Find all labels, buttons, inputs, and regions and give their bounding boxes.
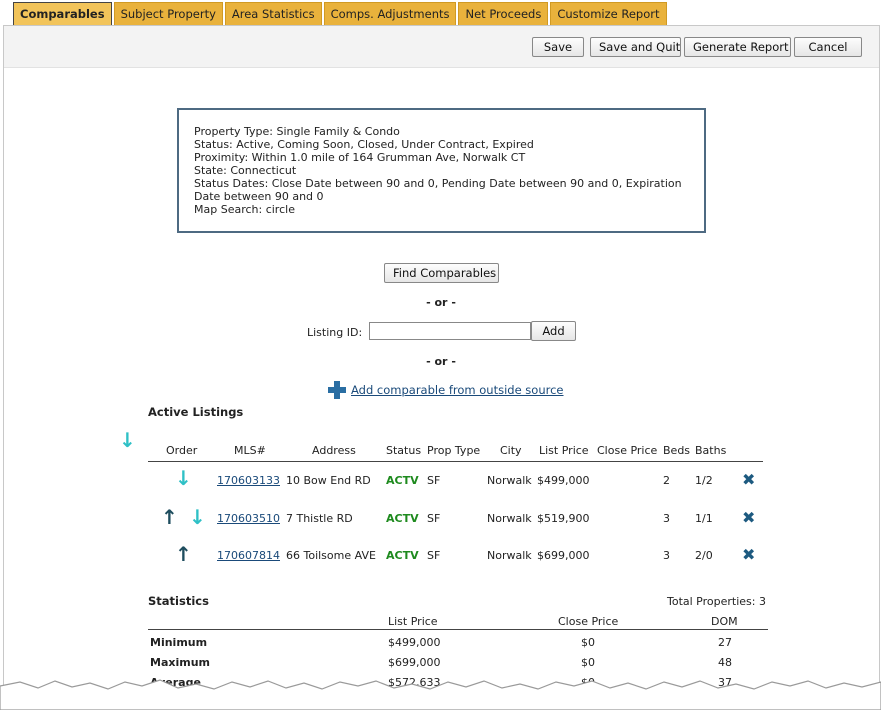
active-listings-title: Active Listings [148,405,244,419]
delete-x-icon[interactable]: ✖ [742,547,755,563]
total-properties: Total Properties: 3 [667,595,766,608]
add-listing-button[interactable]: Add [531,321,576,341]
criteria-state: State: Connecticut [194,164,297,177]
col-close-price: Close Price [597,444,658,457]
baths-cell: 2/0 [695,549,713,562]
stats-dom: 27 [718,636,732,649]
col-mls: MLS# [234,444,266,457]
col-prop-type: Prop Type [427,444,481,457]
save-button[interactable]: Save [532,37,584,57]
listing-id-input[interactable] [369,322,531,340]
search-criteria-box: Property Type: Single Family & Condo Sta… [177,108,706,233]
find-comparables-button[interactable]: Find Comparables [384,263,499,283]
arrow-down-icon[interactable]: ↓ [175,468,192,488]
beds-cell: 3 [663,549,670,562]
criteria-map-search: Map Search: circle [194,203,295,216]
beds-cell: 2 [663,474,670,487]
tab-comparables[interactable]: Comparables [13,2,112,26]
arrow-up-icon[interactable]: ↑ [175,544,192,564]
criteria-status: Status: Active, Coming Soon, Closed, Und… [194,138,534,151]
or-separator-2: - or - [426,355,456,368]
stats-list-price: $699,000 [388,656,441,669]
tab-customize-report[interactable]: Customize Report [550,2,667,26]
stats-close-price: $0 [581,636,595,649]
toolbar: Save Save and Quit Generate Report Cance… [4,26,879,68]
col-city: City [500,444,522,457]
col-status: Status [386,444,422,457]
mls-link[interactable]: 170603510 [217,512,280,525]
col-list-price: List Price [539,444,589,457]
add-outside-source-link[interactable]: Add comparable from outside source [351,383,564,397]
save-and-quit-button[interactable]: Save and Quit [590,37,681,57]
delete-x-icon[interactable]: ✖ [742,472,755,488]
cancel-button[interactable]: Cancel [794,37,862,57]
status-cell: ACTV [386,512,419,525]
criteria-proximity: Proximity: Within 1.0 mile of 164 Grumma… [194,151,526,164]
mls-link[interactable]: 170607814 [217,549,280,562]
stats-col-close-price: Close Price [558,615,619,628]
beds-cell: 3 [663,512,670,525]
stats-row-label: Minimum [150,636,208,649]
table-header-divider [148,461,763,462]
list-price-cell: $519,900 [537,512,590,525]
city-cell: Norwalk [487,474,532,487]
stats-col-list-price: List Price [388,615,438,628]
col-order: Order [166,444,198,457]
tab-subject-property[interactable]: Subject Property [113,2,223,26]
mls-link[interactable]: 170603133 [217,474,280,487]
plus-icon[interactable] [327,380,347,400]
address-cell: 7 Thistle RD [286,512,353,525]
arrow-up-icon[interactable]: ↑ [161,507,178,527]
stats-close-price: $0 [581,656,595,669]
or-separator-1: - or - [426,296,456,309]
city-cell: Norwalk [487,512,532,525]
stats-col-dom: DOM [711,615,738,628]
address-cell: 66 Toilsome AVE [286,549,376,562]
list-price-cell: $699,000 [537,549,590,562]
prop-type-cell: SF [427,474,441,487]
address-cell: 10 Bow End RD [286,474,371,487]
arrow-down-icon[interactable]: ↓ [189,507,206,527]
generate-report-button[interactable]: Generate Report [684,37,791,57]
status-cell: ACTV [386,474,419,487]
criteria-status-dates: Status Dates: Close Date between 90 and … [194,177,682,203]
listing-id-label: Listing ID: [307,326,363,339]
col-baths: Baths [695,444,727,457]
arrow-down-icon[interactable]: ↓ [119,430,136,450]
prop-type-cell: SF [427,512,441,525]
tab-area-statistics[interactable]: Area Statistics [224,2,322,26]
add-outside-source[interactable]: Add comparable from outside source [327,380,564,400]
col-beds: Beds [663,444,691,457]
stats-header-divider [148,629,768,630]
city-cell: Norwalk [487,549,532,562]
delete-x-icon[interactable]: ✖ [742,510,755,526]
statistics-title: Statistics [148,594,209,608]
torn-edge-decoration [0,679,881,710]
tab-bar: Comparables Subject Property Area Statis… [13,2,669,26]
tab-net-proceeds[interactable]: Net Proceeds [458,2,549,26]
col-address: Address [312,444,356,457]
stats-dom: 48 [718,656,732,669]
criteria-property-type: Property Type: Single Family & Condo [194,125,400,138]
list-price-cell: $499,000 [537,474,590,487]
status-cell: ACTV [386,549,419,562]
stats-row-label: Maximum [150,656,210,669]
tab-comps-adjustments[interactable]: Comps. Adjustments [323,2,457,26]
baths-cell: 1/1 [695,512,713,525]
prop-type-cell: SF [427,549,441,562]
stats-list-price: $499,000 [388,636,441,649]
baths-cell: 1/2 [695,474,713,487]
